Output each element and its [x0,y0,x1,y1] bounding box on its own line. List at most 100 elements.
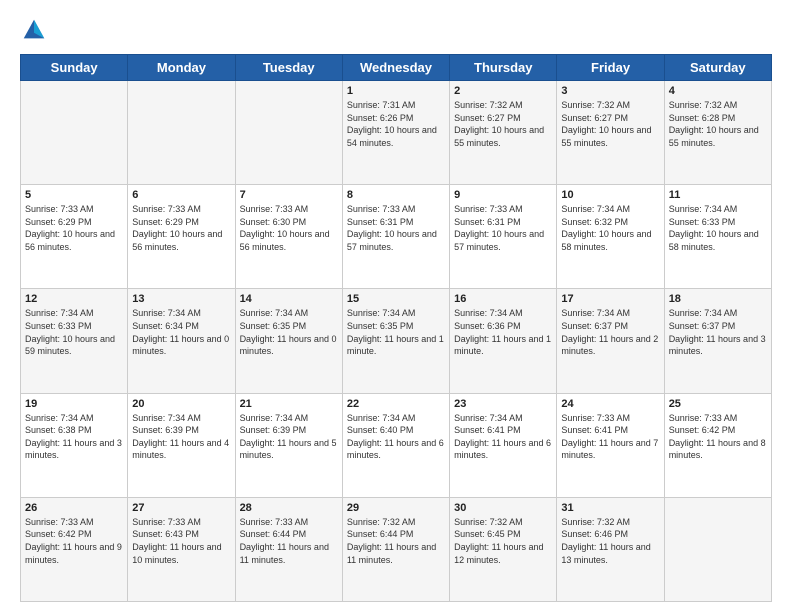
calendar-cell: 23 Sunrise: 7:34 AMSunset: 6:41 PMDayligh… [450,393,557,497]
day-number: 21 [240,398,338,410]
calendar-cell: 13 Sunrise: 7:34 AMSunset: 6:34 PMDayligh… [128,289,235,393]
day-info: Sunrise: 7:32 AMSunset: 6:27 PMDaylight:… [561,99,659,149]
day-info: Sunrise: 7:32 AMSunset: 6:46 PMDaylight:… [561,516,659,566]
day-info: Sunrise: 7:34 AMSunset: 6:37 PMDaylight:… [669,307,767,357]
day-number: 17 [561,293,659,305]
day-info: Sunrise: 7:33 AMSunset: 6:30 PMDaylight:… [240,203,338,253]
calendar-week-1: 1 Sunrise: 7:31 AMSunset: 6:26 PMDaylight… [21,81,772,185]
calendar-week-2: 5 Sunrise: 7:33 AMSunset: 6:29 PMDaylight… [21,185,772,289]
calendar-cell: 8 Sunrise: 7:33 AMSunset: 6:31 PMDaylight… [342,185,449,289]
day-number: 24 [561,398,659,410]
day-info: Sunrise: 7:33 AMSunset: 6:41 PMDaylight:… [561,412,659,462]
day-info: Sunrise: 7:33 AMSunset: 6:42 PMDaylight:… [25,516,123,566]
calendar-header-wednesday: Wednesday [342,55,449,81]
day-info: Sunrise: 7:34 AMSunset: 6:37 PMDaylight:… [561,307,659,357]
day-info: Sunrise: 7:34 AMSunset: 6:33 PMDaylight:… [669,203,767,253]
calendar-cell: 19 Sunrise: 7:34 AMSunset: 6:38 PMDayligh… [21,393,128,497]
day-number: 25 [669,398,767,410]
calendar-header-row: SundayMondayTuesdayWednesdayThursdayFrid… [21,55,772,81]
calendar-cell: 7 Sunrise: 7:33 AMSunset: 6:30 PMDaylight… [235,185,342,289]
day-number: 29 [347,502,445,514]
day-info: Sunrise: 7:34 AMSunset: 6:39 PMDaylight:… [240,412,338,462]
calendar-cell: 15 Sunrise: 7:34 AMSunset: 6:35 PMDayligh… [342,289,449,393]
day-info: Sunrise: 7:34 AMSunset: 6:33 PMDaylight:… [25,307,123,357]
calendar-header-tuesday: Tuesday [235,55,342,81]
calendar-cell: 1 Sunrise: 7:31 AMSunset: 6:26 PMDaylight… [342,81,449,185]
day-number: 31 [561,502,659,514]
day-number: 16 [454,293,552,305]
calendar-cell: 4 Sunrise: 7:32 AMSunset: 6:28 PMDaylight… [664,81,771,185]
day-number: 13 [132,293,230,305]
calendar-cell: 31 Sunrise: 7:32 AMSunset: 6:46 PMDayligh… [557,497,664,601]
day-number: 3 [561,85,659,97]
day-number: 15 [347,293,445,305]
calendar-cell: 10Sunrise: 7:34 AMSunset: 6:32 PMDayligh… [557,185,664,289]
day-info: Sunrise: 7:33 AMSunset: 6:29 PMDaylight:… [132,203,230,253]
day-number: 28 [240,502,338,514]
calendar-cell: 27 Sunrise: 7:33 AMSunset: 6:43 PMDayligh… [128,497,235,601]
day-info: Sunrise: 7:34 AMSunset: 6:32 PMDaylight:… [561,203,659,253]
calendar-cell [21,81,128,185]
day-info: Sunrise: 7:32 AMSunset: 6:44 PMDaylight:… [347,516,445,566]
day-info: Sunrise: 7:32 AMSunset: 6:45 PMDaylight:… [454,516,552,566]
day-number: 2 [454,85,552,97]
calendar-cell: 14Sunrise: 7:34 AMSunset: 6:35 PMDayligh… [235,289,342,393]
day-info: Sunrise: 7:34 AMSunset: 6:38 PMDaylight:… [25,412,123,462]
day-info: Sunrise: 7:31 AMSunset: 6:26 PMDaylight:… [347,99,445,149]
day-info: Sunrise: 7:34 AMSunset: 6:41 PMDaylight:… [454,412,552,462]
day-number: 14 [240,293,338,305]
day-number: 18 [669,293,767,305]
day-info: Sunrise: 7:34 AMSunset: 6:40 PMDaylight:… [347,412,445,462]
calendar-cell: 26 Sunrise: 7:33 AMSunset: 6:42 PMDayligh… [21,497,128,601]
day-info: Sunrise: 7:33 AMSunset: 6:43 PMDaylight:… [132,516,230,566]
calendar-header-thursday: Thursday [450,55,557,81]
calendar-header-sunday: Sunday [21,55,128,81]
calendar-cell: 24 Sunrise: 7:33 AMSunset: 6:41 PMDayligh… [557,393,664,497]
day-info: Sunrise: 7:33 AMSunset: 6:31 PMDaylight:… [347,203,445,253]
day-number: 23 [454,398,552,410]
day-number: 6 [132,189,230,201]
calendar-cell: 30 Sunrise: 7:32 AMSunset: 6:45 PMDayligh… [450,497,557,601]
day-info: Sunrise: 7:34 AMSunset: 6:34 PMDaylight:… [132,307,230,357]
day-number: 11 [669,189,767,201]
calendar-header-saturday: Saturday [664,55,771,81]
day-info: Sunrise: 7:32 AMSunset: 6:27 PMDaylight:… [454,99,552,149]
calendar-week-4: 19 Sunrise: 7:34 AMSunset: 6:38 PMDayligh… [21,393,772,497]
day-number: 8 [347,189,445,201]
calendar-cell: 22 Sunrise: 7:34 AMSunset: 6:40 PMDayligh… [342,393,449,497]
page: SundayMondayTuesdayWednesdayThursdayFrid… [0,0,792,612]
day-number: 4 [669,85,767,97]
header [20,16,772,44]
day-info: Sunrise: 7:33 AMSunset: 6:29 PMDaylight:… [25,203,123,253]
calendar-cell [235,81,342,185]
day-info: Sunrise: 7:32 AMSunset: 6:28 PMDaylight:… [669,99,767,149]
calendar-week-5: 26 Sunrise: 7:33 AMSunset: 6:42 PMDayligh… [21,497,772,601]
calendar-cell: 5 Sunrise: 7:33 AMSunset: 6:29 PMDaylight… [21,185,128,289]
day-number: 30 [454,502,552,514]
calendar-cell [664,497,771,601]
day-number: 1 [347,85,445,97]
calendar-cell: 20Sunrise: 7:34 AMSunset: 6:39 PMDayligh… [128,393,235,497]
day-number: 12 [25,293,123,305]
calendar-cell [128,81,235,185]
day-number: 22 [347,398,445,410]
logo [20,16,52,44]
day-number: 26 [25,502,123,514]
day-number: 9 [454,189,552,201]
calendar-cell: 12 Sunrise: 7:34 AMSunset: 6:33 PMDayligh… [21,289,128,393]
day-info: Sunrise: 7:33 AMSunset: 6:31 PMDaylight:… [454,203,552,253]
day-number: 7 [240,189,338,201]
calendar-table: SundayMondayTuesdayWednesdayThursdayFrid… [20,54,772,602]
day-number: 27 [132,502,230,514]
calendar-cell: 28Sunrise: 7:33 AMSunset: 6:44 PMDayligh… [235,497,342,601]
day-number: 19 [25,398,123,410]
day-number: 5 [25,189,123,201]
calendar-cell: 11 Sunrise: 7:34 AMSunset: 6:33 PMDayligh… [664,185,771,289]
day-number: 20 [132,398,230,410]
day-info: Sunrise: 7:34 AMSunset: 6:35 PMDaylight:… [347,307,445,357]
day-info: Sunrise: 7:34 AMSunset: 6:36 PMDaylight:… [454,307,552,357]
day-info: Sunrise: 7:33 AMSunset: 6:42 PMDaylight:… [669,412,767,462]
calendar-cell: 29 Sunrise: 7:32 AMSunset: 6:44 PMDayligh… [342,497,449,601]
calendar-cell: 3 Sunrise: 7:32 AMSunset: 6:27 PMDaylight… [557,81,664,185]
calendar-week-3: 12 Sunrise: 7:34 AMSunset: 6:33 PMDayligh… [21,289,772,393]
